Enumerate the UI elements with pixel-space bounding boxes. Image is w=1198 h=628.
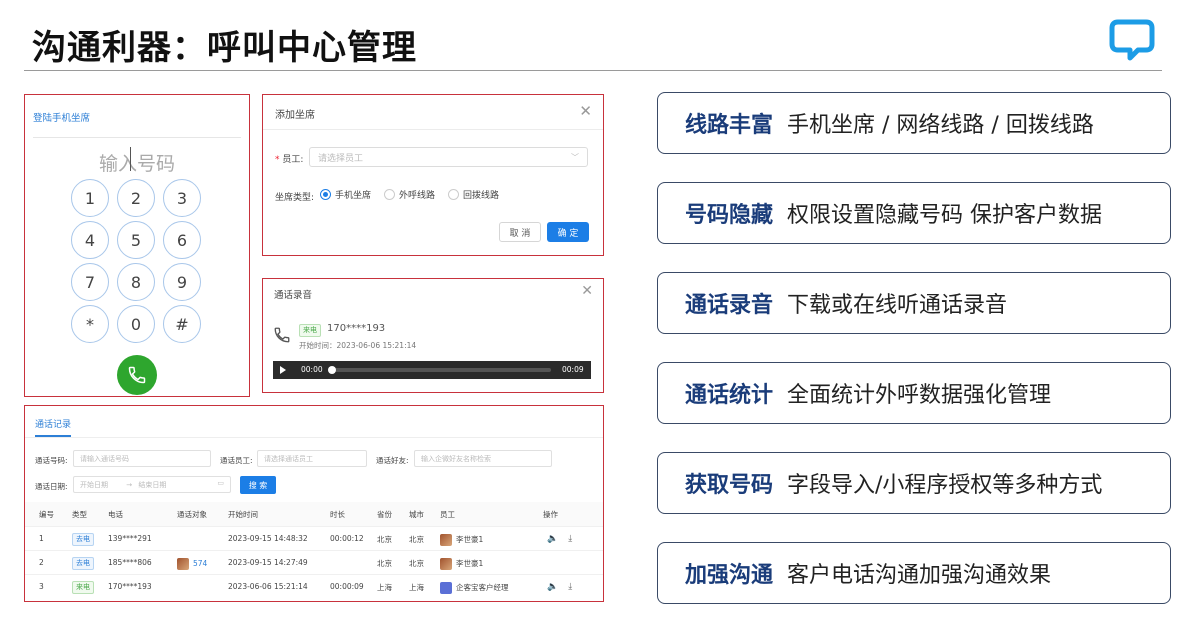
number-filter-label: 通话号码: xyxy=(35,456,68,465)
play-icon[interactable] xyxy=(280,366,286,374)
date-range-picker[interactable]: 开始日期 → 结束日期 ▭ xyxy=(73,476,231,493)
total-duration: 00:09 xyxy=(562,365,584,374)
key-1[interactable]: 1 xyxy=(71,179,109,217)
feature-call-statistics: 通话统计 全面统计外呼数据强化管理 xyxy=(657,362,1171,424)
dialog-title: 添加坐席 xyxy=(275,110,315,121)
key-5[interactable]: 5 xyxy=(117,221,155,259)
table-row[interactable]: 1 去电 139****291 2023-09-15 14:48:32 00:0… xyxy=(25,526,603,550)
employee-label: * 员工: xyxy=(275,155,304,165)
chat-bubble-logo-icon xyxy=(1109,19,1155,61)
feature-call-recording: 通话录音 下载或在线听通话录音 xyxy=(657,272,1171,334)
progress-track[interactable] xyxy=(329,368,551,372)
download-icon[interactable]: ⤓ xyxy=(568,534,572,544)
radio-icon xyxy=(384,189,395,200)
call-recording-dialog: 通话录音 ✕ 来电 170****193 开始时间：2023-06-06 15:… xyxy=(262,278,604,393)
employee-select[interactable]: 请选择员工 ﹀ xyxy=(309,147,588,167)
mobile-seat-dialer: 登陆手机坐席 输入号码 1 2 3 4 5 6 7 8 9 * 0 # xyxy=(24,94,250,397)
start-time: 开始时间：2023-06-06 15:21:14 xyxy=(299,341,417,350)
incoming-badge: 来电 xyxy=(72,581,94,594)
page-title: 沟通利器：呼叫中心管理 xyxy=(32,28,417,68)
key-7[interactable]: 7 xyxy=(71,263,109,301)
chevron-down-icon: ﹀ xyxy=(571,153,579,162)
staff-filter-select[interactable]: 请选择通话员工 xyxy=(257,450,367,467)
table-row[interactable]: 2 去电 185****806 574 2023-09-15 14:27:49 … xyxy=(25,550,603,574)
table-row[interactable]: 3 来电 170****193 2023-06-06 15:21:14 00:0… xyxy=(25,574,603,598)
search-button[interactable]: 搜 索 xyxy=(240,476,276,494)
seat-type-label: 坐席类型: xyxy=(275,193,315,203)
outgoing-badge: 去电 xyxy=(72,557,94,570)
divider xyxy=(263,129,603,130)
radio-checked-icon xyxy=(320,189,331,200)
download-icon[interactable]: ⤓ xyxy=(568,582,572,592)
feature-enhanced-communication: 加强沟通 客户电话沟通加强沟通效果 xyxy=(657,542,1171,604)
avatar xyxy=(440,582,452,594)
date-filter-label: 通话日期: xyxy=(35,482,68,491)
text-caret xyxy=(130,147,131,171)
keypad: 1 2 3 4 5 6 7 8 9 * 0 # xyxy=(71,179,201,343)
friend-filter-label: 通话好友: xyxy=(376,456,409,465)
feature-rich-lines: 线路丰富 手机坐席 / 网络线路 / 回拨线路 xyxy=(657,92,1171,154)
close-icon[interactable]: ✕ xyxy=(581,283,593,299)
tab-call-records[interactable]: 通话记录 xyxy=(35,417,71,430)
number-input[interactable]: 输入号码 xyxy=(25,149,249,176)
call-button[interactable] xyxy=(117,355,157,395)
staff-filter-label: 通话员工: xyxy=(220,456,253,465)
close-icon[interactable]: ✕ xyxy=(579,102,592,120)
radio-mobile-seat[interactable]: 手机坐席 xyxy=(320,188,371,201)
cancel-button[interactable]: 取 消 xyxy=(499,222,541,242)
key-4[interactable]: 4 xyxy=(71,221,109,259)
friend-filter-input[interactable]: 输入企微好友名称检索 xyxy=(414,450,552,467)
avatar xyxy=(440,558,452,570)
phone-icon xyxy=(128,366,146,384)
divider xyxy=(33,137,241,138)
phone-icon xyxy=(274,327,290,343)
number-filter-input[interactable]: 请输入通话号码 xyxy=(73,450,211,467)
divider xyxy=(25,437,603,438)
radio-outbound-line[interactable]: 外呼线路 xyxy=(384,188,435,201)
title-divider xyxy=(24,70,1162,71)
play-audio-icon[interactable]: 🔈 xyxy=(547,582,558,592)
incoming-badge: 来电 xyxy=(299,324,321,337)
outgoing-badge: 去电 xyxy=(72,533,94,546)
audio-player: 00:00 00:09 xyxy=(273,361,591,379)
dialer-title: 登陆手机坐席 xyxy=(33,113,91,124)
feature-get-numbers: 获取号码 字段导入/小程序授权等多种方式 xyxy=(657,452,1171,514)
radio-callback-line[interactable]: 回拨线路 xyxy=(448,188,499,201)
contact-link[interactable]: 574 xyxy=(193,559,207,568)
key-6[interactable]: 6 xyxy=(163,221,201,259)
call-records-panel: 通话记录 通话号码: 请输入通话号码 通话员工: 请选择通话员工 通话好友: 输… xyxy=(24,405,604,602)
key-star[interactable]: * xyxy=(71,305,109,343)
key-2[interactable]: 2 xyxy=(117,179,155,217)
table-header: 编号 类型 电话 通话对象 开始时间 时长 省份 城市 员工 操作 xyxy=(25,502,603,526)
confirm-button[interactable]: 确 定 xyxy=(547,222,589,242)
avatar xyxy=(177,558,189,570)
progress-handle[interactable] xyxy=(328,366,336,374)
add-seat-dialog: 添加坐席 ✕ * 员工: 请选择员工 ﹀ 坐席类型: 手机坐席 外呼线路 回拨线… xyxy=(262,94,604,256)
phone-number: 170****193 xyxy=(327,323,386,334)
key-9[interactable]: 9 xyxy=(163,263,201,301)
dialog-title: 通话录音 xyxy=(274,290,313,301)
feature-number-masking: 号码隐藏 权限设置隐藏号码 保护客户数据 xyxy=(657,182,1171,244)
key-0[interactable]: 0 xyxy=(117,305,155,343)
key-hash[interactable]: # xyxy=(163,305,201,343)
radio-icon xyxy=(448,189,459,200)
calendar-icon: ▭ xyxy=(217,479,224,487)
play-audio-icon[interactable]: 🔈 xyxy=(547,534,558,544)
avatar xyxy=(440,534,452,546)
key-8[interactable]: 8 xyxy=(117,263,155,301)
current-time: 00:00 xyxy=(301,365,323,374)
key-3[interactable]: 3 xyxy=(163,179,201,217)
